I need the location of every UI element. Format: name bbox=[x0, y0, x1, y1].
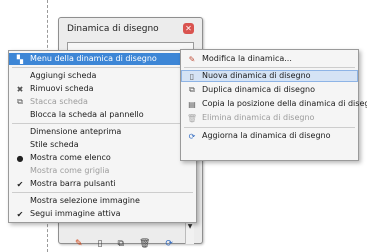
dock-title: Dinamica di disegno bbox=[67, 24, 159, 34]
edit-icon[interactable]: ✎ bbox=[75, 238, 83, 250]
edit-icon: ✎ bbox=[188, 54, 196, 64]
close-icon[interactable]: ✕ bbox=[183, 23, 194, 34]
menu-separator bbox=[12, 123, 193, 124]
menu-separator bbox=[12, 67, 193, 68]
submenu-item-duplicate-dynamics[interactable]: ⧉ Duplica dinamica di disegno bbox=[181, 84, 358, 96]
duplicate-icon: ⧉ bbox=[189, 85, 195, 94]
submenu-item-delete-dynamics[interactable]: 🗑 Elimina dinamica di disegno bbox=[181, 112, 358, 124]
submenu-item-copy-location[interactable]: ▤ Copia la posizione della dinamica di d… bbox=[181, 98, 367, 110]
menu-separator bbox=[184, 67, 355, 68]
menu-item-detach-tab[interactable]: ⧉ Stacca scheda bbox=[9, 96, 196, 108]
menu-item-tab-style[interactable]: Stile scheda ▶ bbox=[9, 139, 196, 151]
menu-item-show-image-selection[interactable]: Mostra selezione immagine bbox=[9, 195, 196, 207]
menu-item-view-as-grid[interactable]: Mostra come griglia bbox=[9, 165, 196, 177]
menu-item-lock-tab[interactable]: Blocca la scheda al pannello bbox=[9, 109, 196, 121]
tab-context-menu: ▚ Menu della dinamica di disegno ▶ Aggiu… bbox=[8, 50, 197, 223]
menu-item-follow-active-image[interactable]: ✔ Segui immagine attiva bbox=[9, 208, 196, 220]
submenu-item-edit-dynamics[interactable]: ✎ Modifica la dinamica... bbox=[181, 53, 358, 65]
detach-tab-icon: ⧉ bbox=[17, 97, 23, 106]
refresh-icon[interactable]: ⟳ bbox=[165, 238, 173, 250]
copy-icon: ▤ bbox=[188, 99, 196, 109]
dynamics-submenu: ✎ Modifica la dinamica... ▯ Nuova dinami… bbox=[180, 49, 367, 161]
scroll-down-icon[interactable]: ▼ bbox=[186, 222, 194, 232]
dock-button-bar: ✎ ▯ ⧉ 🗑 ⟳ bbox=[67, 238, 200, 250]
delete-icon: 🗑 bbox=[186, 113, 198, 123]
menu-item-preview-size[interactable]: Dimensione anteprima ▶ bbox=[9, 126, 196, 138]
menu-separator bbox=[184, 127, 355, 128]
menu-separator bbox=[12, 192, 193, 193]
duplicate-icon[interactable]: ⧉ bbox=[118, 238, 124, 250]
dynamics-icon: ▚ bbox=[16, 54, 24, 64]
menu-item-remove-tab[interactable]: ✖ Rimuovi scheda bbox=[9, 83, 196, 95]
menu-item-dynamics-menu[interactable]: ▚ Menu della dinamica di disegno ▶ bbox=[9, 53, 196, 65]
screen: Dinamica di disegno ✕ ▲ ▼ ✎ ▯ ⧉ 🗑 ⟳ ▚ Me… bbox=[0, 0, 367, 252]
new-icon[interactable]: ▯ bbox=[98, 238, 103, 250]
submenu-item-refresh-dynamics[interactable]: ⟳ Aggiorna la dinamica di disegno bbox=[181, 130, 358, 142]
submenu-item-new-dynamics[interactable]: ▯ Nuova dinamica di disegno bbox=[181, 70, 358, 82]
checkmark-icon: ✔ bbox=[16, 209, 24, 219]
delete-icon[interactable]: 🗑 bbox=[139, 238, 150, 250]
menu-item-add-tab[interactable]: Aggiungi scheda ▶ bbox=[9, 70, 196, 82]
refresh-icon: ⟳ bbox=[188, 131, 196, 141]
checkmark-icon: ✔ bbox=[16, 179, 24, 189]
new-doc-icon: ▯ bbox=[189, 71, 195, 81]
menu-item-show-button-bar[interactable]: ✔ Mostra barra pulsanti bbox=[9, 178, 196, 190]
menu-item-view-as-list[interactable]: ● Mostra come elenco bbox=[9, 152, 196, 164]
radio-dot-icon: ● bbox=[16, 153, 24, 163]
remove-tab-icon: ✖ bbox=[16, 84, 24, 94]
